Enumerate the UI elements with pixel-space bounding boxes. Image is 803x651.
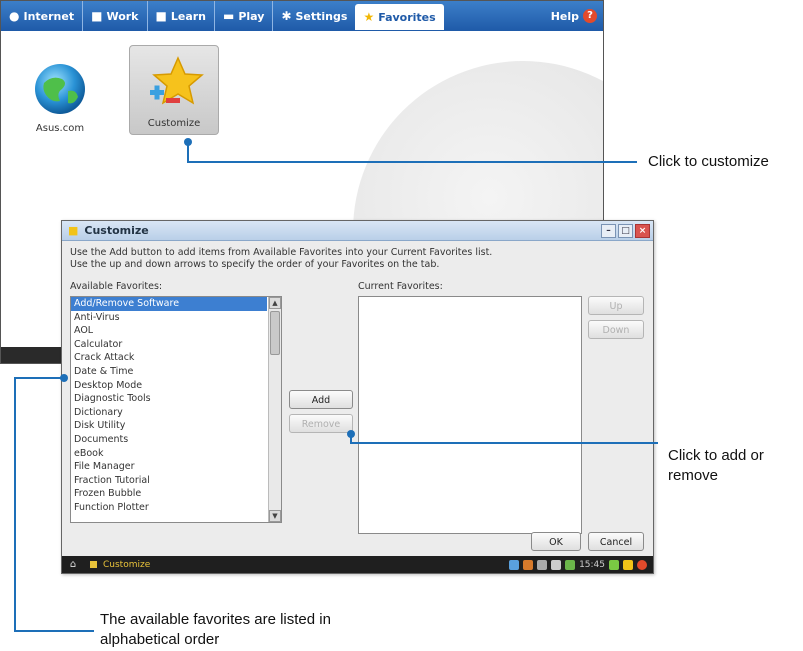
help-button[interactable]: Help ? (543, 1, 603, 31)
briefcase-icon: ■ (91, 9, 103, 23)
power-icon[interactable] (637, 559, 647, 570)
minimize-icon[interactable]: – (601, 223, 616, 238)
instruction-line: Use the Add button to add items from Ava… (70, 247, 493, 258)
list-item[interactable]: AOL (71, 324, 267, 338)
globe-icon: ● (9, 9, 20, 23)
list-item[interactable]: Documents (71, 433, 267, 447)
tab-favorites[interactable]: ★ Favorites (355, 4, 444, 30)
cancel-button[interactable]: Cancel (588, 532, 644, 551)
tab-play[interactable]: ▬ Play (215, 1, 274, 31)
available-favorites-label: Available Favorites: (70, 281, 163, 292)
callout-line-text: remove (668, 467, 719, 484)
wifi-icon[interactable] (565, 559, 576, 570)
tab-label: Internet (23, 9, 75, 23)
dialog-title: Customize (84, 224, 149, 237)
tab-label: Settings (295, 9, 348, 23)
window-controls: – □ × (601, 223, 653, 238)
tab-label: Play (238, 9, 265, 23)
list-item[interactable]: Diagnostic Tools (71, 392, 267, 406)
ok-button[interactable]: OK (531, 532, 581, 551)
callout-line-text: The available favorites are listed in (100, 611, 331, 628)
callout-line (187, 161, 637, 163)
taskbar-item-customize[interactable]: Customize (84, 560, 150, 570)
home-icon[interactable]: ⌂ (62, 556, 84, 573)
callout-alphabetical: The available favorites are listed in al… (100, 610, 331, 650)
help-icon: ? (583, 9, 597, 23)
list-item[interactable]: Add/Remove Software (71, 297, 267, 311)
callout-customize: Click to customize (648, 153, 769, 170)
callout-line (187, 142, 189, 162)
status-icon[interactable] (609, 559, 619, 570)
taskbar: ⌂ Customize 15:45 (62, 556, 653, 573)
customize-tile: Customize (129, 45, 219, 135)
callout-line-text: Click to add or (668, 447, 764, 464)
list-item[interactable]: Disk Utility (71, 419, 267, 433)
battery-icon[interactable] (523, 559, 534, 570)
scroll-up-icon[interactable]: ▲ (269, 297, 281, 309)
star-icon (144, 54, 204, 114)
launcher-tab-bar: ● Internet ■ Work ■ Learn ▬ Play ✱ Setti… (1, 1, 603, 31)
taskbar-item-label: Customize (103, 559, 151, 570)
callout-line (14, 630, 94, 632)
window-icon (90, 561, 97, 568)
current-favorites-label: Current Favorites: (358, 281, 443, 292)
list-item[interactable]: eBook (71, 447, 267, 461)
app-label: Asus.com (35, 123, 85, 134)
keyboard-icon[interactable] (537, 559, 548, 570)
system-tray: 15:45 (509, 559, 653, 570)
network-icon[interactable] (509, 559, 520, 570)
list-scrollbar[interactable]: ▲ ▼ (268, 297, 281, 522)
clock: 15:45 (579, 559, 605, 570)
list-item[interactable]: Dictionary (71, 406, 267, 420)
tab-learn[interactable]: ■ Learn (148, 1, 215, 31)
callout-line (350, 442, 658, 444)
current-favorites-list[interactable] (358, 296, 582, 534)
tab-work[interactable]: ■ Work (83, 1, 148, 31)
app-asus-com[interactable]: Asus.com (15, 59, 105, 134)
star-icon: ★ (363, 10, 375, 24)
customize-dialog: ■ Customize – □ × Use the Add button to … (61, 220, 654, 574)
tab-internet[interactable]: ● Internet (1, 1, 84, 31)
volume-icon[interactable] (551, 559, 562, 570)
globe-icon (30, 59, 90, 119)
available-favorites-list[interactable]: Add/Remove Software Anti-Virus AOL Calcu… (70, 296, 282, 523)
move-up-button[interactable]: Up (588, 296, 644, 315)
dialog-titlebar[interactable]: ■ Customize – □ × (62, 221, 653, 241)
update-icon[interactable] (623, 559, 633, 570)
callout-line (14, 377, 62, 379)
callout-add-remove: Click to add or remove (668, 446, 764, 486)
tab-label: Work (106, 9, 139, 23)
settings-icon: ✱ (281, 9, 292, 23)
tab-label: Learn (170, 9, 206, 23)
scroll-thumb[interactable] (270, 311, 280, 355)
add-button[interactable]: Add (289, 390, 353, 409)
window-icon: ■ (68, 224, 79, 237)
help-label: Help (550, 9, 579, 23)
list-item[interactable]: Crack Attack (71, 351, 267, 365)
app-label: Customize (147, 118, 201, 129)
move-down-button[interactable]: Down (588, 320, 644, 339)
scroll-down-icon[interactable]: ▼ (269, 510, 281, 522)
book-icon: ■ (155, 9, 167, 23)
list-item[interactable]: Function Plotter (71, 501, 267, 515)
remove-button[interactable]: Remove (289, 414, 353, 433)
list-item[interactable]: Desktop Mode (71, 379, 267, 393)
list-item[interactable]: Anti-Virus (71, 311, 267, 325)
gamepad-icon: ▬ (223, 9, 235, 23)
tab-settings[interactable]: ✱ Settings (273, 1, 355, 31)
close-icon[interactable]: × (635, 223, 650, 238)
list-item[interactable]: Frozen Bubble (71, 487, 267, 501)
tab-label: Favorites (378, 10, 436, 24)
instruction-line: Use the up and down arrows to specify th… (70, 259, 440, 270)
list-item[interactable]: Fraction Tutorial (71, 474, 267, 488)
maximize-icon[interactable]: □ (618, 223, 633, 238)
list-item[interactable]: Calculator (71, 338, 267, 352)
callout-line (14, 377, 16, 632)
callout-line-text: alphabetical order (100, 631, 220, 648)
list-item[interactable]: Date & Time (71, 365, 267, 379)
instructions: Use the Add button to add items from Ava… (62, 241, 653, 271)
list-item[interactable]: File Manager (71, 460, 267, 474)
app-customize[interactable]: Customize (129, 45, 219, 135)
